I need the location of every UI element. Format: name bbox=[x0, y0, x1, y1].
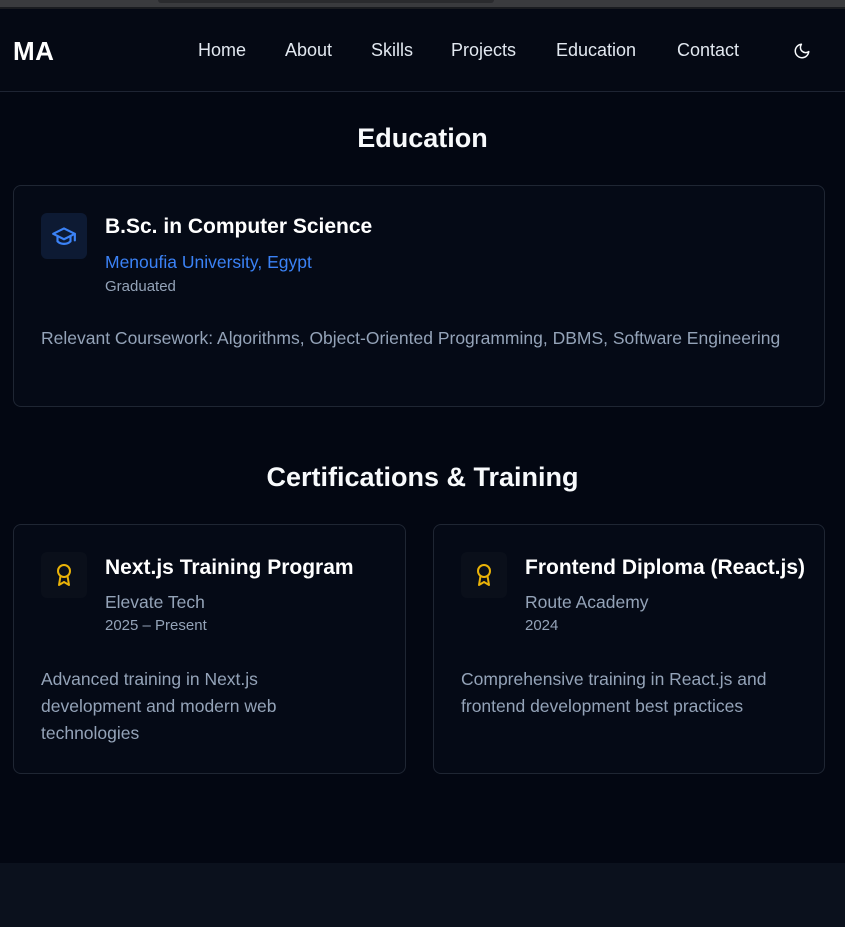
coursework-text: Relevant Coursework: Algorithms, Object-… bbox=[41, 328, 781, 348]
certification-card: Next.js Training Program Elevate Tech 20… bbox=[13, 524, 406, 774]
education-section-title: Education bbox=[357, 123, 488, 153]
certification-icon-box bbox=[41, 552, 87, 598]
certification-card: Frontend Diploma (React.js) Route Academ… bbox=[433, 524, 825, 774]
certification-description: Advanced training in Next.js development… bbox=[41, 669, 277, 743]
navbar: MA Home About Skills Projects Education … bbox=[0, 9, 845, 92]
degree-title: B.Sc. in Computer Science bbox=[105, 215, 373, 238]
nav-link-contact[interactable]: Contact bbox=[677, 40, 739, 61]
certification-title: Frontend Diploma (React.js) bbox=[525, 556, 806, 579]
nav-link-skills[interactable]: Skills bbox=[371, 40, 413, 61]
nav-link-home[interactable]: Home bbox=[198, 40, 246, 61]
nav-link-education[interactable]: Education bbox=[556, 40, 636, 61]
certification-title: Next.js Training Program bbox=[105, 556, 354, 579]
site-logo[interactable]: MA bbox=[13, 36, 54, 67]
education-card: B.Sc. in Computer Science Menoufia Unive… bbox=[13, 185, 825, 407]
browser-tab-edge bbox=[158, 0, 494, 3]
main-content: Education B.Sc. in Computer Science Meno… bbox=[0, 93, 845, 863]
certifications-section-title: Certifications & Training bbox=[266, 462, 579, 492]
graduation-cap-icon bbox=[52, 227, 76, 245]
certification-description: Comprehensive training in React.js and f… bbox=[461, 669, 767, 716]
award-icon bbox=[477, 564, 491, 586]
university-name: Menoufia University, Egypt bbox=[105, 252, 312, 272]
browser-top-strip bbox=[0, 0, 845, 9]
education-status: Graduated bbox=[105, 278, 176, 295]
footer-band bbox=[0, 863, 845, 927]
certification-date: 2025 – Present bbox=[105, 617, 207, 634]
nav-link-projects[interactable]: Projects bbox=[451, 40, 516, 61]
certification-org: Elevate Tech bbox=[105, 592, 205, 612]
theme-toggle-button[interactable] bbox=[790, 39, 814, 63]
education-icon-box bbox=[41, 213, 87, 259]
award-icon bbox=[57, 564, 71, 586]
certification-icon-box bbox=[461, 552, 507, 598]
moon-icon bbox=[794, 43, 810, 59]
certification-date: 2024 bbox=[525, 617, 559, 634]
certification-org: Route Academy bbox=[525, 592, 649, 612]
nav-link-about[interactable]: About bbox=[285, 40, 332, 61]
